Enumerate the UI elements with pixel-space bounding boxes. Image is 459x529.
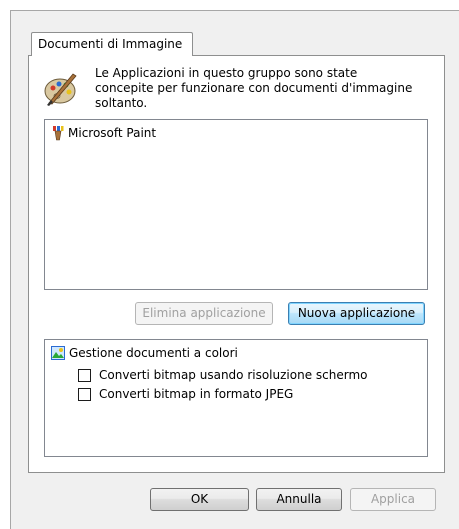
palette-icon bbox=[44, 73, 77, 106]
option-label: Converti bitmap in formato JPEG bbox=[99, 387, 294, 401]
color-documents-box: Gestione documenti a colori Converti bit… bbox=[44, 339, 428, 457]
paint-brush-icon bbox=[53, 126, 64, 141]
ok-button[interactable]: OK bbox=[150, 488, 249, 511]
new-application-button[interactable]: Nuova applicazione bbox=[288, 302, 425, 325]
apply-button[interactable]: Applica bbox=[350, 488, 436, 511]
color-image-icon bbox=[51, 346, 65, 360]
color-docs-title: Gestione documenti a colori bbox=[69, 346, 238, 360]
checkbox-jpeg-format[interactable] bbox=[78, 387, 91, 401]
group-description: Le Applicazioni in questo gruppo sono st… bbox=[95, 66, 425, 111]
remove-application-button[interactable]: Elimina applicazione bbox=[135, 302, 273, 325]
option-label: Converti bitmap usando risoluzione scher… bbox=[99, 368, 368, 382]
tab-documenti-immagine[interactable]: Documenti di Immagine bbox=[31, 32, 194, 56]
color-docs-header: Gestione documenti a colori bbox=[51, 346, 238, 360]
description-line-3: soltanto. bbox=[95, 96, 148, 110]
description-line-2: concepite per funzionare con documenti d… bbox=[95, 81, 413, 95]
application-list[interactable]: Microsoft Paint bbox=[44, 119, 428, 290]
checkbox-screen-resolution[interactable] bbox=[78, 368, 91, 382]
list-item[interactable]: Microsoft Paint bbox=[51, 125, 156, 141]
option-jpeg-format[interactable]: Converti bitmap in formato JPEG bbox=[78, 387, 293, 401]
description-line-1: Le Applicazioni in questo gruppo sono st… bbox=[95, 66, 358, 80]
list-item-label: Microsoft Paint bbox=[68, 126, 157, 140]
option-screen-resolution[interactable]: Converti bitmap usando risoluzione scher… bbox=[78, 368, 368, 382]
cancel-button[interactable]: Annulla bbox=[256, 488, 342, 511]
